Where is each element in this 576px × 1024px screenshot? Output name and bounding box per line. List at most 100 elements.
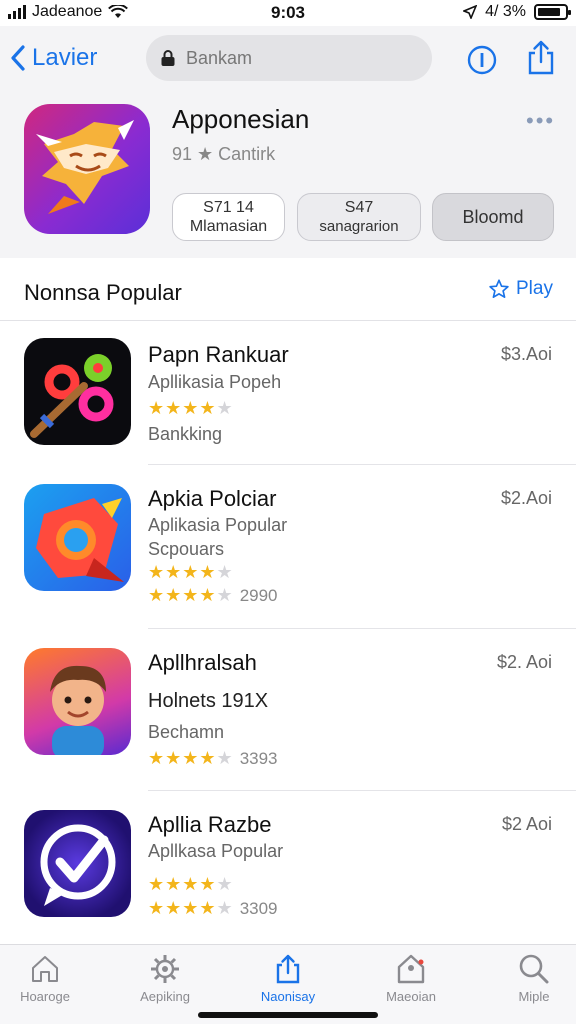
app-name: Apllia Razbe [148,812,272,837]
share-icon [528,40,554,75]
more-options-button[interactable]: ••• [526,108,555,134]
star-icon: ★★★★ [148,585,217,605]
tab-label: Naonisay [260,989,316,1004]
get-button[interactable]: Bloomd [432,193,554,241]
search-input[interactable]: Bankam [146,35,432,81]
row-divider [148,628,576,629]
row-divider [148,790,576,791]
app-category: Bechamn [148,722,225,742]
list-item[interactable]: Apllia Razbe $2 Aoi Apllkasa Popular ★★★… [0,810,576,940]
tab-updates[interactable]: Naonisay [243,953,333,1004]
back-label: Lavier [32,44,98,71]
tab-label: Maeoian [386,989,436,1004]
tab-tags[interactable]: Maeoian [366,953,456,1004]
battery-icon [534,4,571,20]
star-rating: ★★★★ ★ 2990 [148,585,278,606]
app-subtitle: Aplikasia Popular [148,515,288,535]
fox-mascot-icon [36,120,134,214]
star-icon: ★★★★ [148,748,217,768]
app-name: Apkia Polciar [148,486,277,511]
list-item[interactable]: Papn Rankuar $3.Aoi Apllikasia Popeh ★★★… [0,338,576,466]
app-name: Papn Rankuar [148,342,289,367]
tab-label: Aepiking [140,989,190,1004]
location-arrow-icon [463,5,478,19]
stat-button-1[interactable]: S71 14 Mlamasian [172,193,285,241]
tab-search[interactable]: Miple [489,953,576,1004]
app-subtitle: 91 ★ Cantirk [172,144,276,164]
app-icon-3 [24,648,131,755]
rating-count: 2990 [239,585,278,605]
star-icon: ★★★★ [148,398,217,418]
section-divider [0,320,576,321]
tab-home[interactable]: Hoaroge [0,953,90,1004]
status-right: 4/ 3% [463,3,571,21]
app-subtitle: Apllkasa Popular [148,841,284,861]
chevron-left-icon [11,45,25,71]
app-title: Apponesian [172,104,310,134]
app-category: Bankking [148,424,223,444]
star-rating: ★★★★ ★ [148,562,234,583]
tab-label: Hoaroge [20,989,70,1004]
home-icon [32,956,58,982]
app-price: $2 Aoi [501,814,552,834]
star-icon: ★★★★ [148,898,217,918]
app-icon [24,104,150,234]
get-button-label: Bloomd [462,206,524,227]
tab-apps[interactable]: Aepiking [120,953,210,1004]
star-rating: ★★★★ ★ 3309 [148,898,278,919]
star-rating: ★★★★ ★ [148,874,234,895]
search-placeholder: Bankam [186,47,253,68]
share-button[interactable] [526,40,558,76]
lock-icon [161,50,175,66]
parrot-icon [36,498,124,582]
home-indicator [198,1012,378,1018]
app-subtitle: Apllikasia Popeh [148,372,282,392]
rating-count: 3393 [239,748,278,768]
app-icon-1 [24,338,131,445]
list-item[interactable]: Apkia Polciar $2.Aoi Aplikasia Popular S… [0,484,576,626]
app-price: $2.Aoi [500,488,552,508]
section-title: Nonnsa Popular [24,280,182,305]
rings-icon [30,354,114,438]
app-subtitle: Holnets 191X [148,690,269,712]
info-icon [467,45,497,75]
see-all-label: Play [516,278,553,299]
list-item[interactable]: Apllhralsah $2. Aoi Holnets 191X Bechamn… [0,648,576,790]
star-rating: ★★★★ ★ 3393 [148,748,278,769]
star-empty-icon: ★ [216,585,234,605]
battery-percent: 4/ 3% [485,3,526,20]
tab-label: Miple [518,989,550,1004]
app-price: $3.Aoi [500,344,552,364]
star-icon: ★★★★ [148,874,217,894]
stat-2-label: sanagrarion [319,218,399,235]
star-empty-icon: ★ [216,748,234,768]
tag-icon [397,954,425,984]
app-icon-2 [24,484,131,591]
row-divider [148,464,576,465]
star-empty-icon: ★ [216,898,234,918]
star-empty-icon: ★ [216,398,234,418]
stat-1-value: S71 14 [203,199,254,216]
gear-icon [151,955,179,983]
app-price: $2. Aoi [496,652,552,672]
rating-count: 3309 [239,898,278,918]
stat-1-label: Mlamasian [189,218,268,235]
star-empty-icon: ★ [216,562,234,582]
search-icon [519,954,549,984]
status-bar: Jadeanoe 9:03 4/ 3% [0,0,576,26]
star-outline-icon [489,279,509,298]
app-name: Apllhralsah [148,650,257,675]
star-rating: ★★★★ ★ [148,398,234,419]
stat-2-value: S47 [344,199,374,216]
share-icon [276,954,300,984]
star-icon: ★★★★ [148,562,217,582]
info-button[interactable] [466,44,498,76]
checkmark-chat-icon [40,824,116,906]
app-category: Scpouars [148,539,225,559]
back-button[interactable]: Lavier [10,44,97,72]
app-icon-4 [24,810,131,917]
boy-avatar-icon [50,665,106,755]
star-empty-icon: ★ [216,874,234,894]
see-all-link[interactable]: Play [488,278,553,300]
stat-button-2[interactable]: S47 sanagrarion [297,193,421,241]
